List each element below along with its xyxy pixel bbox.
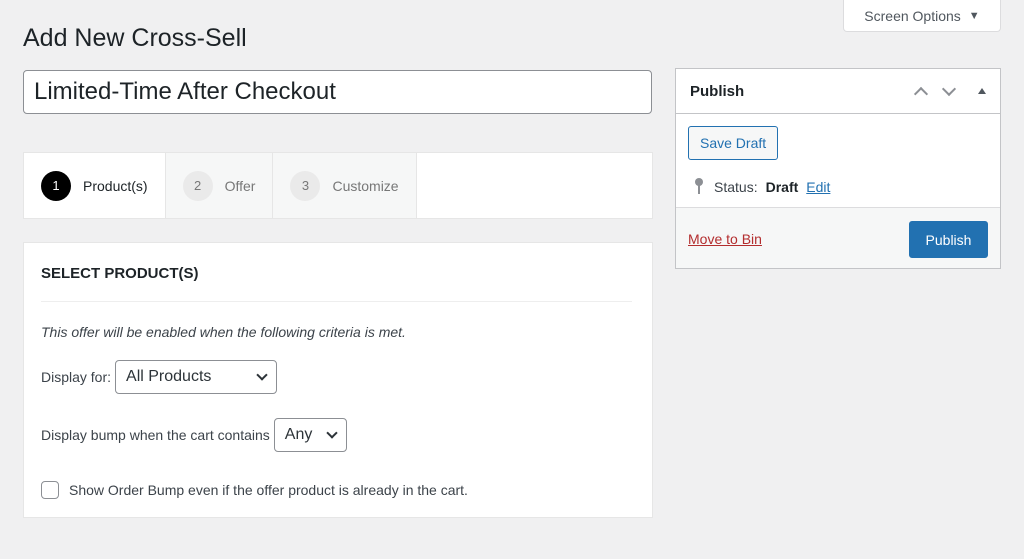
collapse-toggle-icon[interactable] bbox=[978, 88, 986, 94]
step-tabs: 1 Product(s) 2 Offer 3 Customize bbox=[23, 152, 653, 219]
screen-options-label: Screen Options bbox=[864, 7, 961, 24]
display-for-label: Display for: bbox=[41, 369, 112, 385]
bump-contains-select[interactable]: Any bbox=[273, 418, 347, 452]
publish-box: Publish Save Draft Status: Draft Edit Mo… bbox=[675, 68, 1001, 269]
display-for-row: Display for: All Products bbox=[41, 360, 278, 394]
chevron-down-icon bbox=[256, 369, 268, 381]
panel-title: SELECT PRODUCT(S) bbox=[41, 265, 199, 282]
move-down-icon[interactable] bbox=[941, 81, 957, 96]
step-tab-products[interactable]: 1 Product(s) bbox=[24, 153, 166, 218]
pin-icon bbox=[692, 177, 706, 197]
bump-contains-value: Any bbox=[284, 426, 313, 443]
status-value: Draft bbox=[765, 179, 799, 195]
panel-description: This offer will be enabled when the foll… bbox=[41, 324, 406, 340]
status-label: Status: bbox=[714, 179, 758, 195]
step-number: 2 bbox=[182, 170, 213, 201]
publish-button[interactable]: Publish bbox=[909, 221, 988, 258]
edit-status-link[interactable]: Edit bbox=[806, 179, 830, 195]
publish-header: Publish bbox=[676, 69, 1000, 114]
step-tab-customize[interactable]: 3 Customize bbox=[273, 153, 417, 218]
bump-contains-row: Display bump when the cart contains Any bbox=[41, 418, 347, 452]
publish-title: Publish bbox=[690, 82, 745, 100]
save-draft-button[interactable]: Save Draft bbox=[688, 126, 779, 160]
step-tab-offer[interactable]: 2 Offer bbox=[165, 153, 274, 218]
step-number: 1 bbox=[41, 170, 71, 201]
display-for-select[interactable]: All Products bbox=[115, 360, 278, 394]
show-bump-label: Show Order Bump even if the offer produc… bbox=[69, 482, 468, 498]
screen-options-button[interactable]: Screen Options ▼ bbox=[843, 0, 1001, 32]
bump-contains-label: Display bump when the cart contains bbox=[41, 427, 270, 443]
show-bump-row: Show Order Bump even if the offer produc… bbox=[41, 481, 468, 499]
select-products-panel: SELECT PRODUCT(S) This offer will be ena… bbox=[23, 242, 653, 518]
post-status: Status: Draft Edit bbox=[692, 177, 830, 197]
step-label: Customize bbox=[332, 177, 399, 194]
publish-footer: Move to Bin Publish bbox=[676, 207, 1000, 268]
step-label: Product(s) bbox=[83, 177, 148, 194]
move-up-icon[interactable] bbox=[913, 86, 929, 101]
show-bump-checkbox[interactable] bbox=[41, 481, 59, 499]
step-number: 3 bbox=[290, 170, 321, 201]
page-title: Add New Cross-Sell bbox=[23, 24, 247, 52]
panel-divider bbox=[41, 301, 632, 302]
display-for-value: All Products bbox=[126, 368, 212, 385]
step-tabs-filler bbox=[416, 153, 652, 218]
chevron-down-icon bbox=[326, 427, 338, 439]
title-input[interactable] bbox=[23, 70, 652, 114]
caret-down-icon: ▼ bbox=[968, 9, 980, 22]
publish-controls bbox=[913, 81, 986, 101]
step-label: Offer bbox=[224, 177, 256, 194]
move-to-bin-link[interactable]: Move to Bin bbox=[688, 231, 762, 247]
